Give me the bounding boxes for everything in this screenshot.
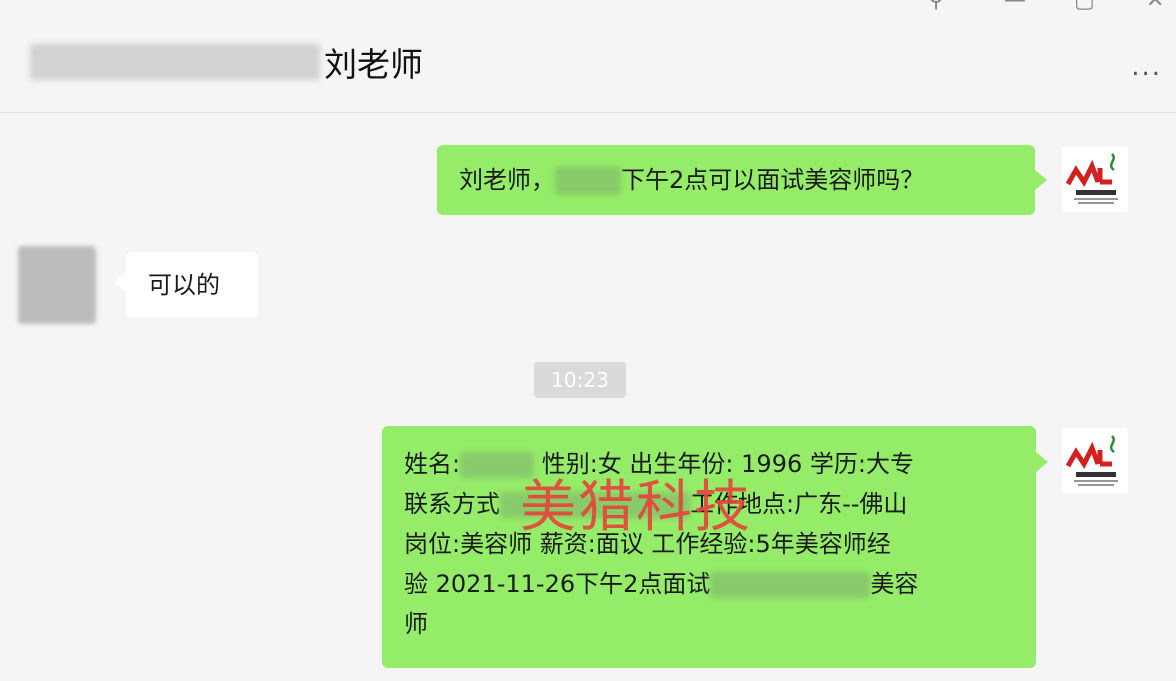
- watermark-text: 美猎科技: [520, 475, 752, 540]
- avatar[interactable]: [1062, 146, 1128, 212]
- sent-message-bubble[interactable]: 刘老师， 下午2点可以面试美容师吗？: [437, 145, 1035, 215]
- redacted-company: [710, 572, 871, 598]
- contact-name: 刘老师: [324, 45, 423, 84]
- maximize-icon[interactable]: ▢: [1074, 0, 1095, 13]
- text-segment: 美容: [870, 570, 919, 598]
- redacted-contact-prefix: [30, 44, 320, 80]
- bubble-tail: [114, 272, 126, 292]
- message-text: 可以的: [148, 271, 220, 299]
- message-text-prefix: 刘老师，: [459, 166, 555, 194]
- more-options-button[interactable]: ...: [1131, 52, 1162, 82]
- contact-avatar[interactable]: [18, 246, 96, 324]
- bubble-tail: [1036, 452, 1048, 472]
- text-segment: 姓名:: [404, 450, 461, 478]
- close-icon[interactable]: ✕: [1146, 0, 1164, 13]
- chat-header: ⚲ — ▢ ✕ 刘老师 ...: [0, 0, 1176, 113]
- message-timestamp: 10:23: [534, 362, 626, 398]
- chat-title: 刘老师: [30, 40, 423, 84]
- brand-logo-icon: [1062, 428, 1128, 494]
- brand-logo-icon: [1062, 146, 1128, 212]
- message-text-suffix: 下午2点可以面试美容师吗？: [621, 166, 925, 194]
- redacted-name: [555, 167, 621, 195]
- text-segment: 验 2021-11-26下午2点面试: [404, 570, 711, 598]
- text-segment: 联系方式: [404, 490, 500, 518]
- bubble-tail: [1035, 170, 1047, 190]
- minimize-icon[interactable]: —: [1004, 0, 1026, 13]
- message-line: 师: [404, 610, 428, 638]
- message-line: 验 2021-11-26下午2点面试 美容: [404, 564, 918, 604]
- pin-icon[interactable]: ⚲: [928, 0, 944, 13]
- avatar[interactable]: [1062, 428, 1128, 494]
- received-message-bubble[interactable]: 可以的: [126, 252, 258, 318]
